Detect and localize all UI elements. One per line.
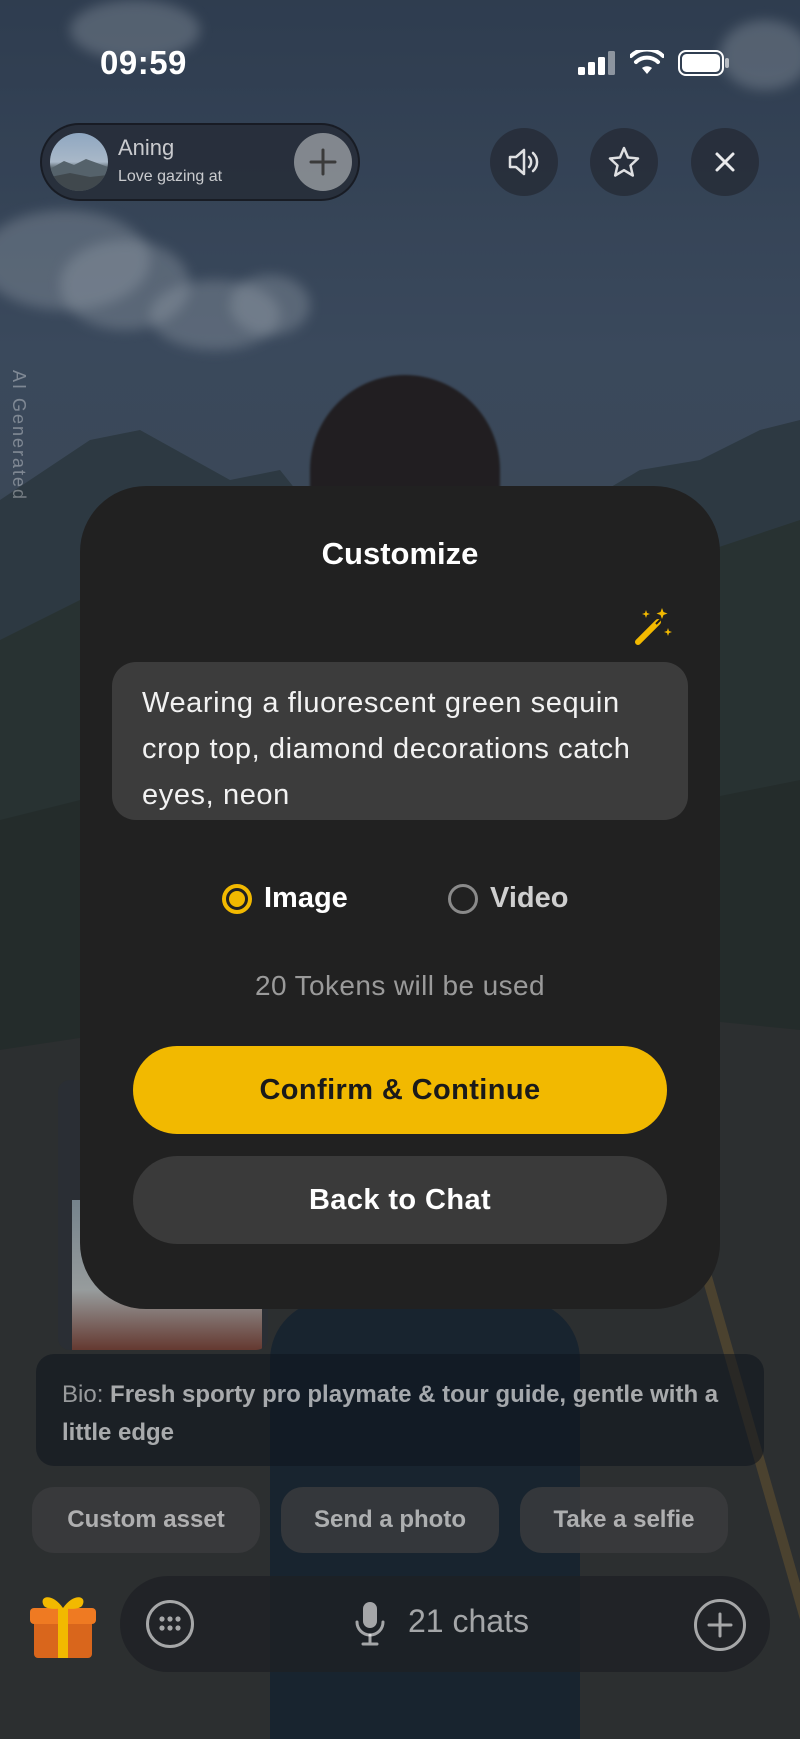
ai-generated-label: AI Generated [9,370,29,502]
chats-count-label[interactable]: 21 chats [408,1603,529,1640]
custom-asset-button[interactable]: Custom asset [32,1487,260,1553]
option-image-label: Image [264,882,348,914]
option-video-label: Video [490,882,569,914]
back-to-chat-button[interactable]: Back to Chat [133,1156,667,1244]
status-time: 09:59 [100,44,187,81]
add-button[interactable] [694,1599,746,1651]
profile-subtitle: Love gazing at [118,168,223,185]
microphone-icon[interactable] [352,1600,388,1653]
send-photo-button[interactable]: Send a photo [281,1487,499,1553]
bio-text: Fresh sporty pro playmate & tour guide, … [62,1381,719,1446]
plus-icon [707,1612,733,1638]
cellular-signal-icon [578,51,615,75]
tokens-cost-text: 20 Tokens will be used [254,970,546,1001]
customize-modal: Customize Wearing a fluorescent green se… [80,486,720,1309]
profile-pill[interactable]: Aning Love gazing at [40,123,360,201]
close-button[interactable] [691,128,759,196]
option-image-radio[interactable]: Image [222,882,348,915]
confirm-continue-button[interactable]: Confirm & Continue [133,1046,667,1134]
speaker-icon [508,148,539,176]
take-selfie-button[interactable]: Take a selfie [520,1487,728,1553]
battery-icon [678,50,729,76]
gift-icon[interactable] [28,1588,98,1665]
menu-button[interactable] [146,1600,194,1648]
radio-unselected-icon [448,883,478,914]
avatar[interactable] [50,133,108,191]
status-icons [578,50,730,76]
follow-button[interactable] [294,133,352,191]
bio-box: Bio: Fresh sporty pro playmate & tour gu… [36,1354,764,1466]
sound-button[interactable] [490,128,558,196]
radio-selected-icon [222,883,252,914]
wifi-icon [630,50,664,74]
modal-title: Customize [321,536,479,571]
close-icon [715,152,735,172]
option-video-radio[interactable]: Video [448,882,568,915]
prompt-input[interactable]: Wearing a fluorescent green sequin crop … [112,662,688,820]
plus-icon [309,148,337,176]
profile-name: Aning [118,135,175,160]
bio-key: Bio: [62,1381,104,1408]
dots-grid-icon [159,1616,181,1631]
magic-wand-icon[interactable] [632,604,676,653]
favorite-button[interactable] [590,128,658,196]
star-icon [608,146,640,177]
